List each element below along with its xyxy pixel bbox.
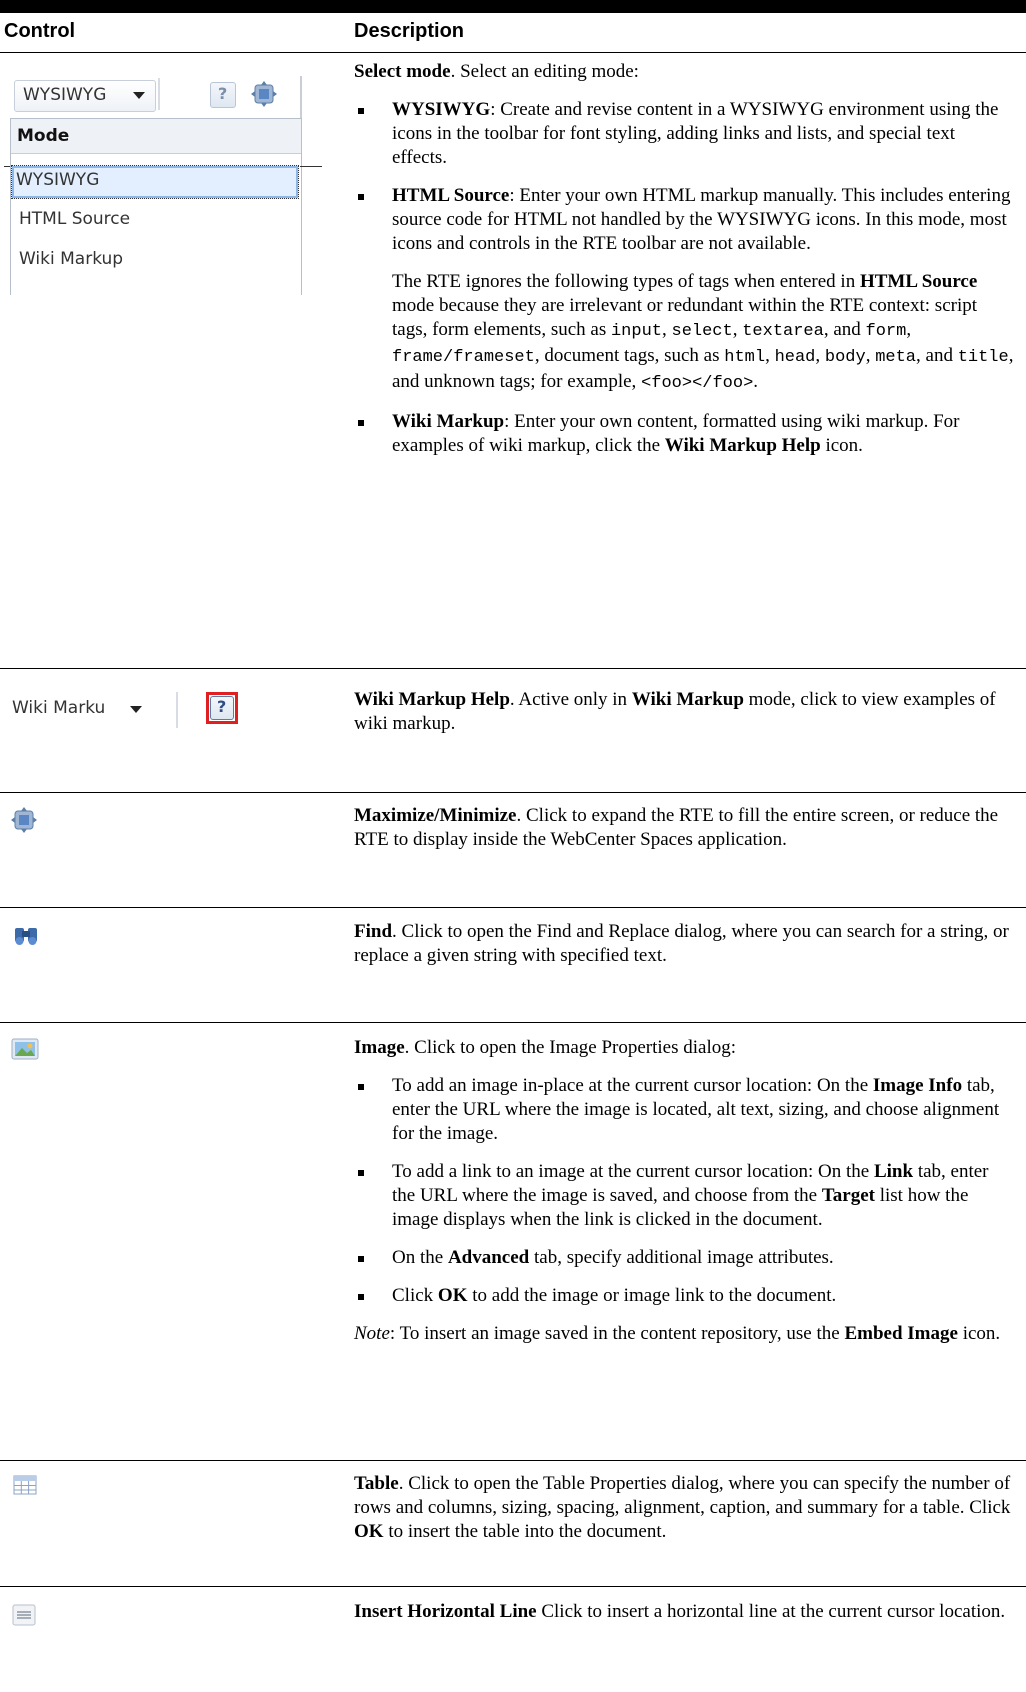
menu-item-wiki-markup[interactable]: Wiki Markup [11, 245, 297, 277]
horizontal-line-icon[interactable] [10, 1602, 38, 1628]
maximize-description: Maximize/Minimize. Click to expand the R… [354, 805, 999, 850]
term: Select mode [354, 61, 451, 82]
row-divider [0, 792, 1026, 793]
hline-description: Insert Horizontal Line Click to insert a… [354, 1601, 1006, 1622]
term: HTML Source [392, 185, 510, 206]
list-item: Wiki Markup: Enter your own content, for… [354, 410, 1014, 458]
text: . Select an editing mode: [450, 61, 639, 82]
image-description: Image. Click to open the Image Propertie… [354, 1036, 1014, 1360]
ignored-tags-paragraph: The RTE ignores the following types of t… [392, 271, 1014, 393]
chevron-down-icon [133, 92, 145, 99]
table-description: Table. Click to open the Table Propertie… [354, 1473, 1011, 1542]
header-divider [0, 52, 1026, 53]
table-icon[interactable] [10, 1472, 40, 1498]
row-divider [0, 1460, 1026, 1461]
list-item: HTML Source: Enter your own HTML markup … [354, 184, 1014, 256]
row-divider [0, 1022, 1026, 1023]
term: WYSIWYG [392, 99, 491, 120]
mode-select-value: Wiki Marku [12, 698, 106, 718]
menu-item-html-source[interactable]: HTML Source [11, 205, 297, 237]
mode-selector-screenshot: WYSIWYG ? Mode WYSIWYG HTML Source Wiki … [4, 70, 330, 295]
top-rule [0, 0, 1026, 13]
binoculars-icon[interactable] [12, 922, 40, 948]
wiki-help-screenshot: Wiki Marku ? [4, 688, 274, 732]
column-header-description: Description [354, 20, 465, 42]
maximize-icon[interactable] [250, 80, 278, 108]
mode-dropdown-menu: Mode WYSIWYG HTML Source Wiki Markup [10, 118, 302, 295]
menu-item-wysiwyg[interactable]: WYSIWYG [11, 165, 299, 199]
menu-item-label: Wiki Markup [19, 249, 124, 269]
menu-item-label: HTML Source [19, 209, 131, 229]
mode-description: Select mode. Select an editing mode: WYS… [354, 60, 1014, 472]
list-item: WYSIWYG: Create and revise content in a … [354, 98, 1014, 170]
row-divider [0, 907, 1026, 908]
list-item: Click OK to add the image or image link … [354, 1284, 1014, 1308]
chevron-down-icon [130, 706, 142, 713]
mode-select[interactable]: WYSIWYG [14, 80, 156, 112]
row-divider [0, 1586, 1026, 1587]
column-header-control: Control [4, 20, 76, 42]
wiki-help-description: Wiki Markup Help. Active only in Wiki Ma… [354, 689, 996, 734]
menu-title: Mode [17, 126, 70, 146]
mode-select[interactable]: Wiki Marku [10, 694, 160, 726]
row-divider [0, 668, 1026, 669]
menu-item-label: WYSIWYG [16, 170, 100, 190]
help-icon[interactable]: ? [210, 82, 236, 108]
mode-select-value: WYSIWYG [23, 85, 107, 105]
list-item: To add a link to an image at the current… [354, 1160, 1014, 1232]
find-description: Find. Click to open the Find and Replace… [354, 921, 1009, 966]
wiki-markup-help-icon[interactable]: ? [206, 692, 238, 724]
maximize-icon[interactable] [10, 806, 38, 834]
list-item: To add an image in-place at the current … [354, 1074, 1014, 1146]
image-icon[interactable] [10, 1036, 40, 1062]
list-item: On the Advanced tab, specify additional … [354, 1246, 1014, 1270]
